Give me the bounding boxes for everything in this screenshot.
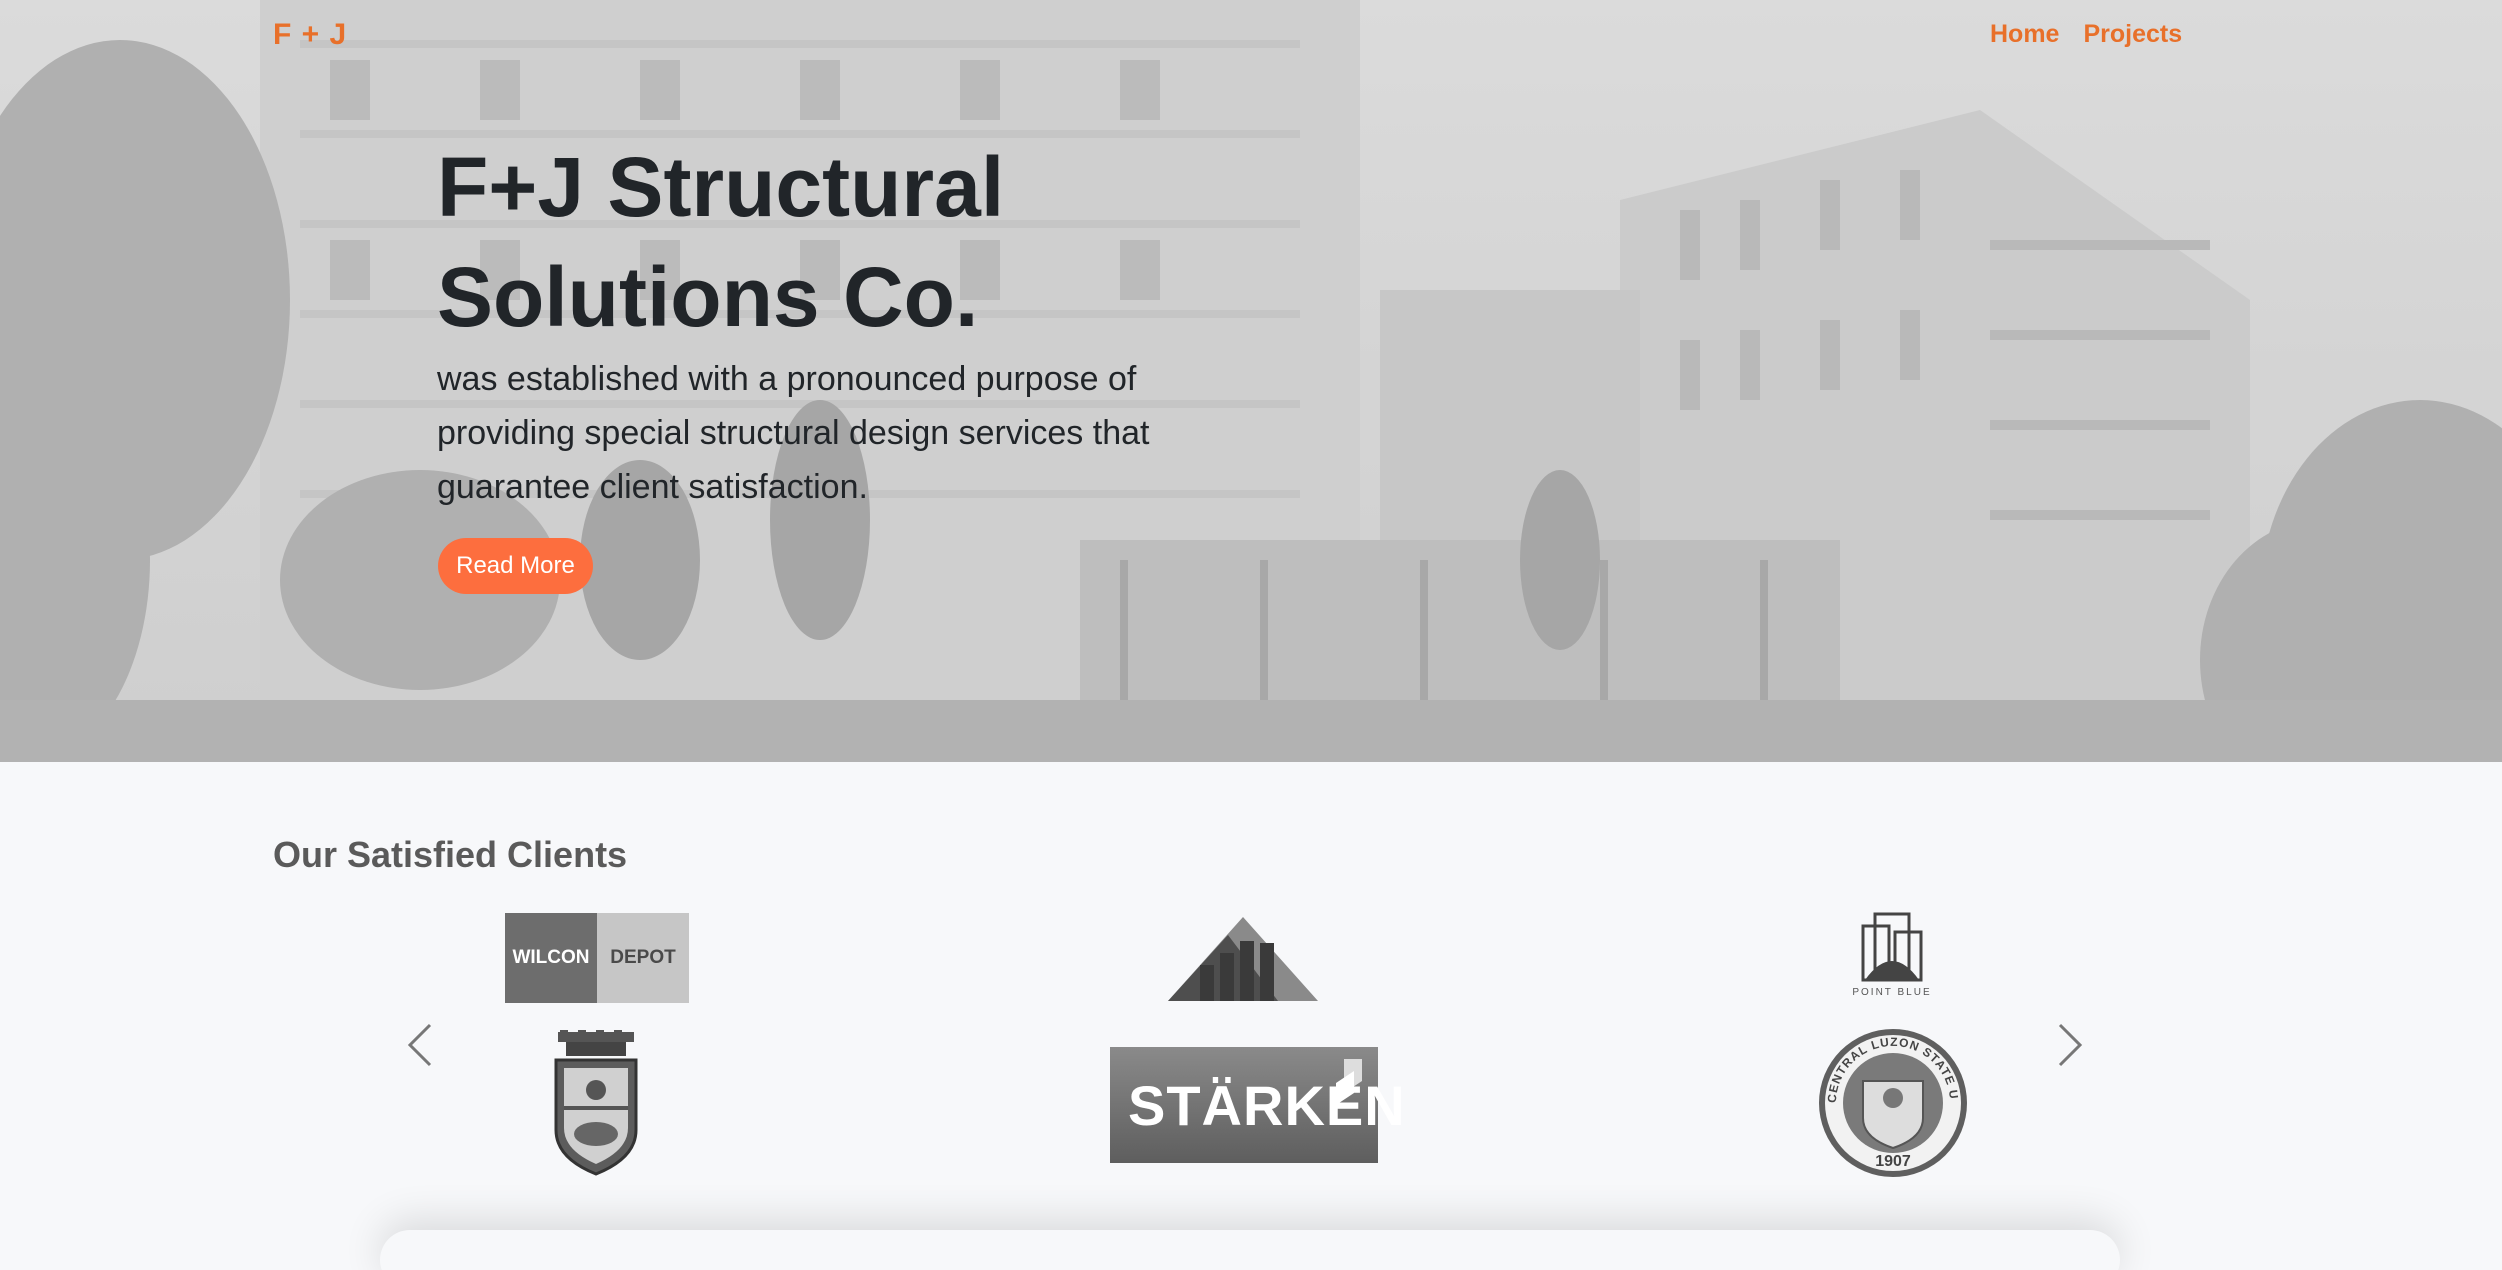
point-blue-logo: [1861, 912, 1923, 982]
clients-title: Our Satisfied Clients: [273, 834, 628, 875]
starken-logo: STÄRKEN: [1110, 1047, 1405, 1163]
wilcon-depot-logo: WILCON DEPOT: [505, 913, 689, 1003]
hero-title-line-1: F+J Structural: [437, 140, 1005, 234]
chevron-left-icon: [407, 1023, 432, 1067]
carousel-next-button[interactable]: [2050, 1020, 2090, 1070]
clsu-seal-logo: CENTRAL LUZON STATE UNIVERSITY 1907: [1816, 1026, 1967, 1177]
carousel-prev-button[interactable]: [400, 1020, 440, 1070]
next-section-card: [380, 1230, 2120, 1270]
starken-logo-text: STÄRKEN: [1128, 1073, 1406, 1137]
main-nav: Home Projects: [1990, 20, 2182, 49]
hero-subtitle-line-2: providing special structural design serv…: [437, 414, 1150, 452]
wilcon-logo-left-text: WILCON: [505, 913, 597, 1003]
hero-section: F + J Home Projects F+J Structural Solut…: [0, 0, 2502, 762]
hero-subtitle: was established with a pronounced purpos…: [437, 352, 1237, 514]
clsu-year-text: 1907: [1875, 1153, 1911, 1170]
crest-shield-logo: [554, 1030, 638, 1176]
chevron-right-icon: [2058, 1023, 2083, 1067]
hero-building-image: [0, 0, 2502, 762]
brand-logo[interactable]: F + J: [273, 18, 347, 52]
starken-mark-icon: [1336, 1059, 1362, 1105]
hero-title: F+J Structural Solutions Co.: [437, 132, 1337, 352]
hero-subtitle-line-3: guarantee client satisfaction.: [437, 468, 868, 506]
read-more-button[interactable]: Read More: [438, 538, 593, 594]
hero-subtitle-line-1: was established with a pronounced purpos…: [437, 360, 1137, 398]
mountain-bars-logo: [1168, 917, 1318, 1001]
hero-title-line-2: Solutions Co.: [437, 250, 979, 344]
nav-home-link[interactable]: Home: [1990, 20, 2059, 49]
wilcon-logo-right-text: DEPOT: [597, 913, 689, 1003]
point-blue-logo-text: POINT BLUE: [1852, 987, 1932, 998]
nav-projects-link[interactable]: Projects: [2083, 20, 2182, 49]
